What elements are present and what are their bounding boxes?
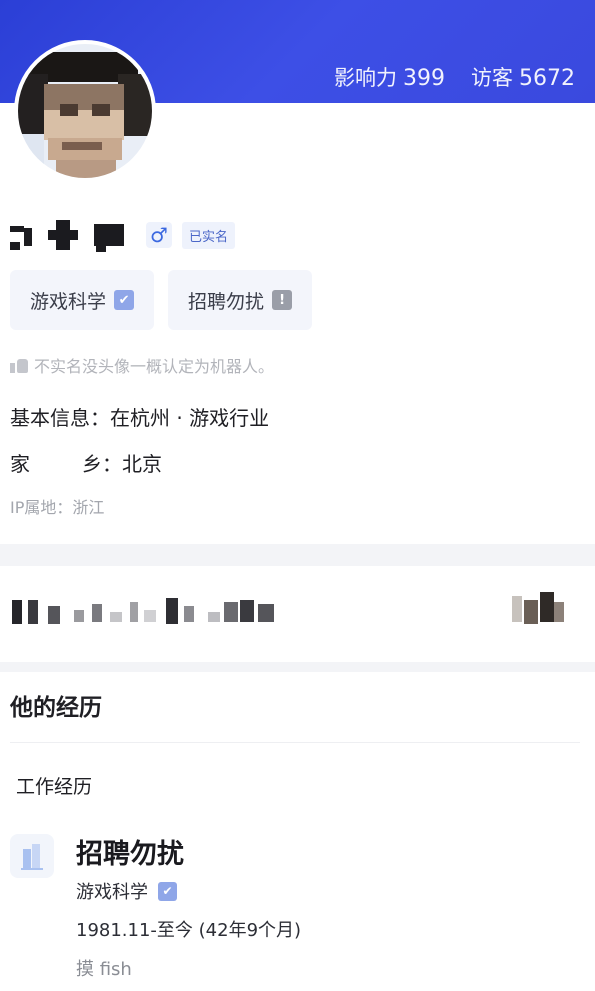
divider [10,742,580,743]
section-divider [0,544,595,566]
hometown-info: 家 乡：北京 [10,448,162,477]
masked-content-row[interactable] [0,566,595,662]
work-experience-title: 工作经历 [16,776,93,798]
profile-note: 不实名没头像一概认定为机器人。 [10,353,274,377]
profile-note-text: 不实名没头像一概认定为机器人。 [34,357,275,376]
influence-value: 399 [403,66,445,91]
job-period: 1981.11-至今 (42年9个月) [76,920,302,941]
thumbs-up-icon [10,357,28,373]
tag-no-recruiting[interactable]: 招聘勿扰 ! [168,270,313,330]
job-title: 招聘勿扰 [76,839,184,870]
job-company-name: 游戏科学 [76,882,148,903]
influence-label: 影响力 [334,66,397,90]
profile-tags: 游戏科学 ✔ 招聘勿扰 ! [10,270,313,330]
hometown-value: 乡：北京 [82,452,162,476]
ip-location: IP属地：浙江 [10,498,105,517]
masked-username [10,218,136,252]
avatar[interactable] [14,40,156,182]
hometown-key-part1: 家 [10,452,30,476]
tag-no-recruiting-label: 招聘勿扰 [188,290,265,313]
tag-company[interactable]: 游戏科学 ✔ [10,270,155,330]
warning-icon: ! [272,290,293,310]
visitors-label: 访客 [471,66,513,90]
verified-realname-badge: 已实名 [182,221,236,249]
visitors-value: 5672 [519,66,575,91]
male-gender-icon: ♂ [146,222,172,248]
job-company[interactable]: 游戏科学 ✔ [76,878,177,904]
section-divider [0,662,595,672]
company-building-icon [10,834,54,878]
verified-check-icon: ✔ [158,881,177,901]
experience-section-title: 他的经历 [10,695,102,721]
job-description: 摸 fish [76,959,132,980]
visitors-stat[interactable]: 访客 5672 [471,62,575,92]
name-row: ♂ 已实名 [10,218,236,252]
influence-stat[interactable]: 影响力 399 [334,62,445,92]
basic-info: 基本信息：在杭州 · 游戏行业 [10,406,270,430]
verified-check-icon: ✔ [114,290,135,310]
profile-stats: 影响力 399 访客 5672 [334,62,575,92]
tag-company-label: 游戏科学 [30,290,107,313]
